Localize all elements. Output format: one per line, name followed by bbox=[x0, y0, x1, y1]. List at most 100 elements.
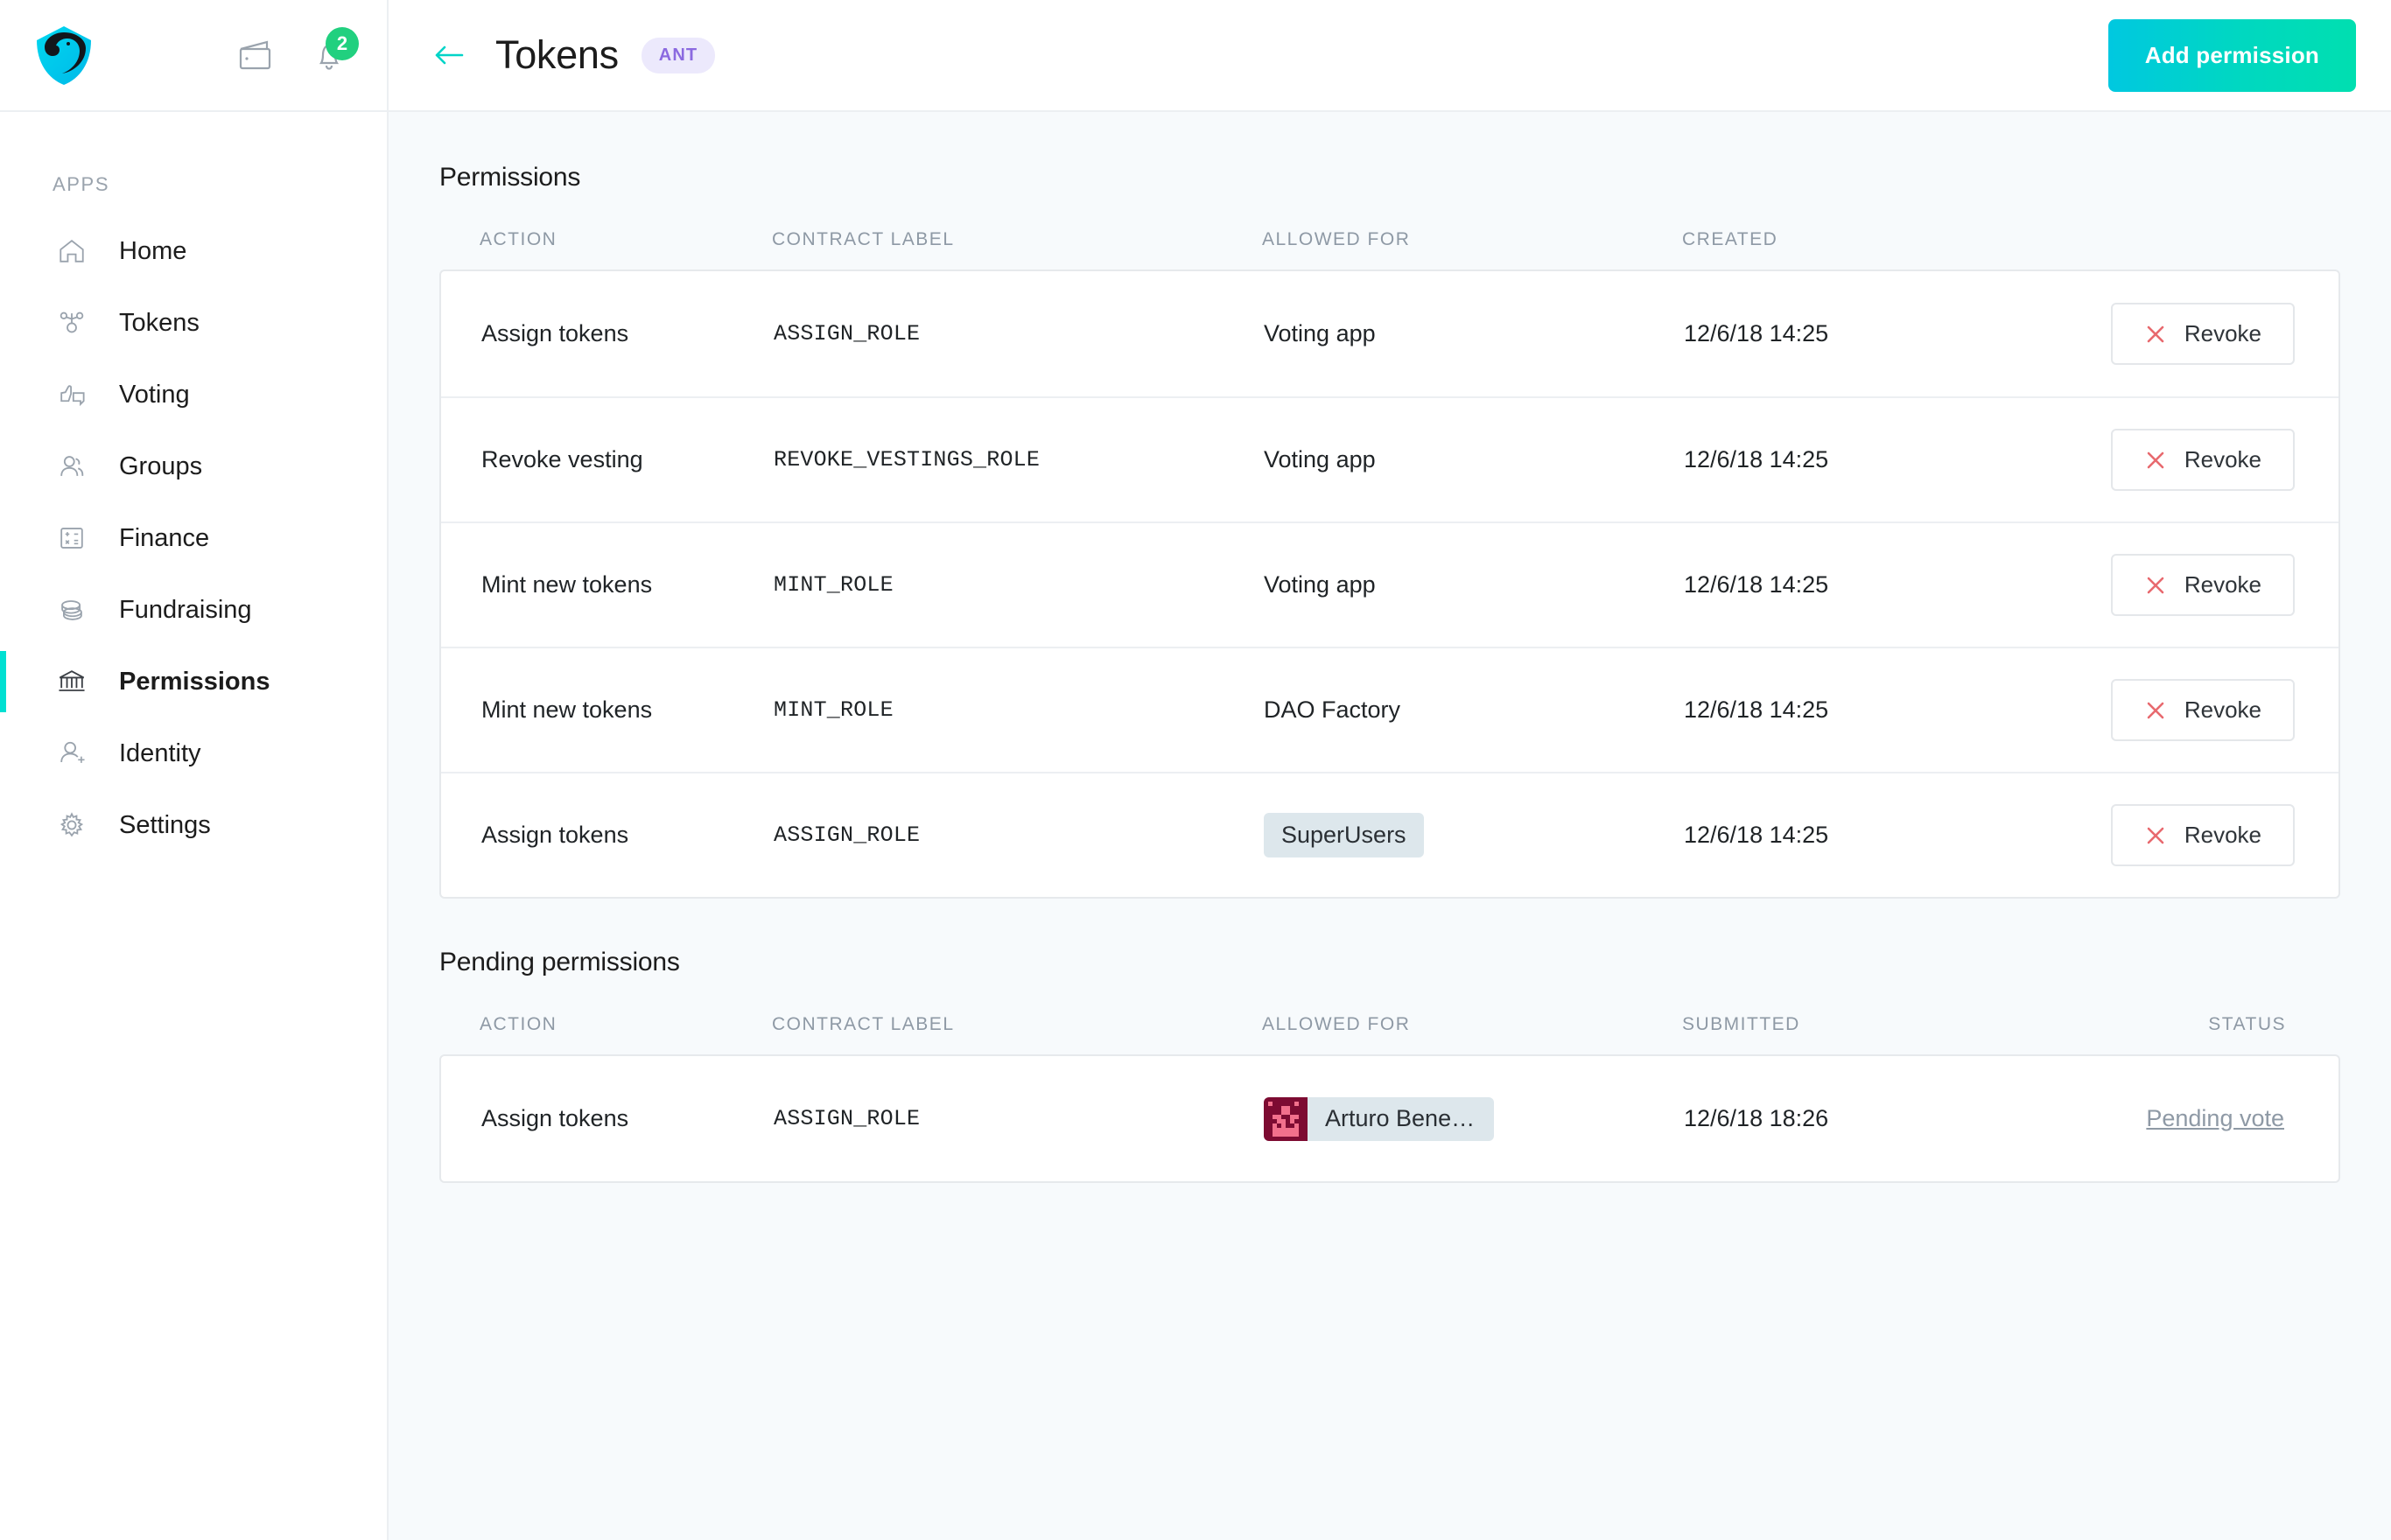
add-permission-button[interactable]: Add permission bbox=[2107, 18, 2356, 92]
app-root: 2 APPS Home Tokens Voting Groups Finance… bbox=[0, 0, 2391, 1540]
page-title: Tokens bbox=[495, 32, 619, 77]
main-area: Tokens ANT Add permission Permissions AC… bbox=[389, 0, 2391, 1540]
sidebar-item-settings[interactable]: Settings bbox=[0, 789, 387, 861]
section-title: Permissions bbox=[439, 163, 581, 192]
cell-contract: ASSIGN_ROLE bbox=[774, 1106, 1264, 1131]
sidebar-section-label: APPS bbox=[53, 173, 110, 195]
cell-status: Pending vote bbox=[2086, 1105, 2338, 1132]
revoke-button-label: Revoke bbox=[2184, 696, 2261, 723]
revoke-button-label: Revoke bbox=[2184, 446, 2261, 472]
sidebar-item-tokens[interactable]: Tokens bbox=[0, 287, 387, 359]
top-bar: Tokens ANT Add permission bbox=[389, 0, 2391, 112]
cell-allowed-for: Voting app bbox=[1264, 571, 1376, 598]
contract-label: MINT_ROLE bbox=[774, 572, 894, 598]
close-icon bbox=[2144, 574, 2167, 597]
sidebar-item-label: Identity bbox=[119, 738, 201, 767]
column-header-contract: CONTRACT LABEL bbox=[772, 1014, 955, 1034]
cell-action: Revoke vesting bbox=[481, 446, 643, 472]
cell-created: 12/6/18 14:25 bbox=[1684, 571, 1829, 598]
section-title: Pending permissions bbox=[439, 948, 680, 976]
home-icon bbox=[53, 232, 91, 270]
revoke-button[interactable]: Revoke bbox=[2110, 804, 2295, 866]
cell-action: Mint new tokens bbox=[481, 696, 653, 723]
revoke-button-label: Revoke bbox=[2184, 320, 2261, 346]
pending-vote-link[interactable]: Pending vote bbox=[2146, 1105, 2284, 1132]
permissions-card: Assign tokens ASSIGN_ROLE Voting app 12/… bbox=[439, 270, 2340, 899]
contract-label: REVOKE_VESTINGS_ROLE bbox=[774, 447, 1041, 472]
sidebar-item-label: Fundraising bbox=[119, 595, 252, 624]
group-badge: SuperUsers bbox=[1264, 813, 1424, 858]
fundraising-icon bbox=[53, 591, 91, 629]
sidebar-item-home[interactable]: Home bbox=[0, 215, 387, 287]
cell-allowed-for: Arturo Bene… bbox=[1264, 1096, 1684, 1141]
bell-icon[interactable]: 2 bbox=[310, 27, 359, 74]
cell-contract: MINT_ROLE bbox=[774, 572, 1264, 598]
contract-label: ASSIGN_ROLE bbox=[774, 321, 921, 346]
contract-label: MINT_ROLE bbox=[774, 697, 894, 723]
settings-icon bbox=[53, 806, 91, 844]
cell-allowed-for: DAO Factory bbox=[1264, 696, 1401, 723]
column-header-action: ACTION bbox=[480, 1014, 557, 1034]
identicon-avatar bbox=[1264, 1096, 1308, 1141]
sidebar-item-groups[interactable]: Groups bbox=[0, 430, 387, 502]
finance-icon bbox=[53, 519, 91, 557]
column-header-submitted: SUBMITTED bbox=[1682, 1014, 1800, 1034]
close-icon bbox=[2144, 323, 2167, 346]
back-arrow-icon[interactable] bbox=[429, 35, 469, 75]
groups-icon bbox=[53, 447, 91, 486]
revoke-button[interactable]: Revoke bbox=[2110, 429, 2295, 491]
column-header-contract: CONTRACT LABEL bbox=[772, 229, 955, 249]
revoke-button-label: Revoke bbox=[2184, 571, 2261, 598]
cell-actions: Revoke bbox=[2086, 303, 2338, 365]
sidebar-item-fundraising[interactable]: Fundraising bbox=[0, 574, 387, 646]
cell-actions: Revoke bbox=[2086, 429, 2338, 491]
table-header-row: ACTION CONTRACT LABEL ALLOWED FOR CREATE… bbox=[439, 229, 2340, 270]
cell-contract: MINT_ROLE bbox=[774, 697, 1264, 723]
table-row: Assign tokens ASSIGN_ROLE Voting app 12/… bbox=[441, 271, 2338, 396]
cell-created: 12/6/18 14:25 bbox=[1684, 696, 1829, 723]
close-icon bbox=[2144, 699, 2167, 722]
notification-count-badge: 2 bbox=[326, 27, 359, 60]
wallet-icon[interactable] bbox=[238, 38, 275, 72]
sidebar-item-label: Finance bbox=[119, 523, 210, 552]
identity-chip[interactable]: Arturo Bene… bbox=[1264, 1096, 1495, 1141]
contract-label: ASSIGN_ROLE bbox=[774, 1106, 921, 1131]
table-row: Mint new tokens MINT_ROLE DAO Factory 12… bbox=[441, 647, 2338, 772]
cell-action: Assign tokens bbox=[481, 822, 629, 848]
cell-created: 12/6/18 14:25 bbox=[1684, 320, 1829, 346]
cell-submitted: 12/6/18 18:26 bbox=[1684, 1105, 1829, 1131]
pending-permissions-section: Pending permissions ACTION CONTRACT LABE… bbox=[389, 948, 2391, 1183]
revoke-button[interactable]: Revoke bbox=[2110, 679, 2295, 741]
sidebar: 2 APPS Home Tokens Voting Groups Finance… bbox=[0, 0, 389, 1540]
sidebar-item-label: Permissions bbox=[119, 667, 270, 696]
table-row: Mint new tokens MINT_ROLE Voting app 12/… bbox=[441, 522, 2338, 647]
revoke-button[interactable]: Revoke bbox=[2110, 554, 2295, 616]
cell-allowed-for: Voting app bbox=[1264, 446, 1376, 472]
pending-permissions-table: ACTION CONTRACT LABEL ALLOWED FOR SUBMIT… bbox=[439, 1014, 2340, 1183]
cell-action: Assign tokens bbox=[481, 320, 629, 346]
column-header-allowed-for: ALLOWED FOR bbox=[1262, 1014, 1411, 1034]
sidebar-item-permissions[interactable]: Permissions bbox=[0, 646, 387, 718]
column-header-actions bbox=[2085, 229, 2340, 250]
aragon-shield-logo[interactable] bbox=[32, 23, 96, 88]
sidebar-top-icons: 2 bbox=[238, 27, 359, 74]
column-header-action: ACTION bbox=[480, 229, 557, 249]
sidebar-item-finance[interactable]: Finance bbox=[0, 502, 387, 574]
close-icon bbox=[2144, 824, 2167, 847]
cell-actions: Revoke bbox=[2086, 554, 2338, 616]
table-row: Revoke vesting REVOKE_VESTINGS_ROLE Voti… bbox=[441, 396, 2338, 522]
cell-action: Mint new tokens bbox=[481, 571, 653, 598]
close-icon bbox=[2144, 449, 2167, 472]
permissions-icon bbox=[53, 662, 91, 701]
tokens-icon bbox=[53, 304, 91, 342]
cell-contract: REVOKE_VESTINGS_ROLE bbox=[774, 447, 1264, 472]
cell-actions: Revoke bbox=[2086, 804, 2338, 866]
identity-name: Arturo Bene… bbox=[1325, 1105, 1476, 1131]
sidebar-item-identity[interactable]: Identity bbox=[0, 718, 387, 789]
sidebar-nav: Home Tokens Voting Groups Finance Fundra… bbox=[0, 215, 387, 861]
table-row: Assign tokens ASSIGN_ROLE SuperUsers 12/… bbox=[441, 772, 2338, 897]
revoke-button-label: Revoke bbox=[2184, 822, 2261, 848]
permissions-section: Permissions ACTION CONTRACT LABEL ALLOWE… bbox=[389, 163, 2391, 899]
revoke-button[interactable]: Revoke bbox=[2110, 303, 2295, 365]
sidebar-item-voting[interactable]: Voting bbox=[0, 359, 387, 430]
